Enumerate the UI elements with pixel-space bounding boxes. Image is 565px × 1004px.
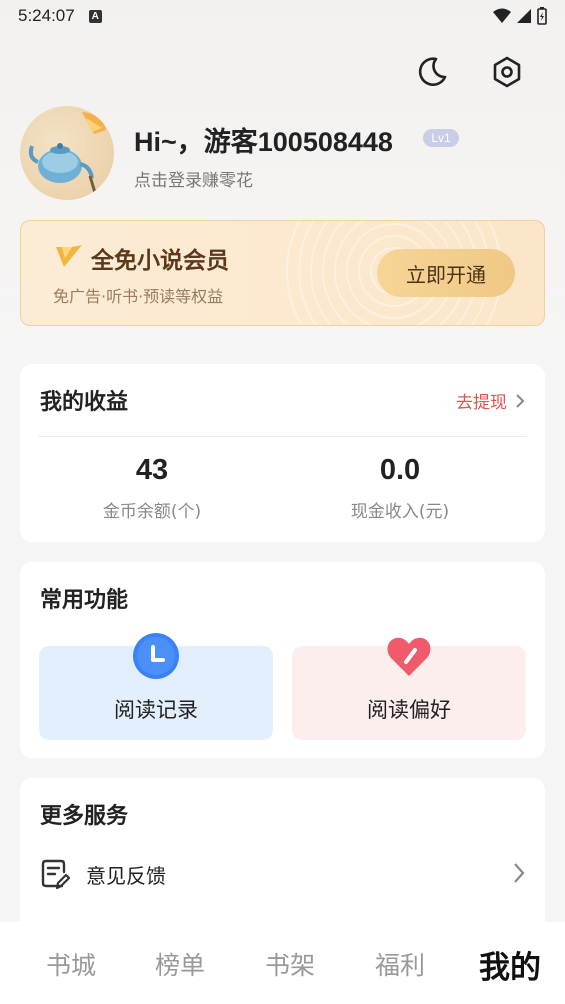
wifi-icon	[493, 8, 511, 23]
notification-icon: A	[88, 9, 102, 23]
status-time: 5:24:07	[18, 6, 75, 25]
status-icons	[493, 7, 547, 25]
vip-activate-button[interactable]: 立即开通	[377, 249, 515, 297]
level-badge: Lv1	[423, 129, 459, 147]
clock-icon	[133, 633, 179, 679]
night-mode-button[interactable]	[412, 52, 452, 92]
feedback-label: 意见反馈	[86, 863, 166, 888]
tab-mine[interactable]: 我的	[479, 942, 541, 987]
avatar[interactable]	[20, 106, 114, 200]
reading-preferences-label: 阅读偏好	[367, 698, 451, 722]
vip-title: 全免小说会员	[91, 248, 229, 274]
functions-title: 常用功能	[40, 588, 129, 613]
reading-history-label: 阅读记录	[114, 698, 198, 722]
coin-balance-value: 43	[135, 454, 169, 486]
heart-icon	[387, 637, 431, 676]
feedback-row[interactable]: 意见反馈	[40, 856, 525, 892]
signal-icon	[517, 9, 531, 23]
teapot-avatar-icon	[28, 112, 106, 197]
battery-icon	[537, 7, 547, 25]
gear-icon	[493, 56, 521, 88]
withdraw-label: 去提现	[456, 393, 507, 413]
cash-income-label: 现金收入(元)	[350, 502, 450, 522]
cash-income-stat[interactable]: 0.0 现金收入(元)	[300, 454, 500, 522]
bottom-tab-bar: 书城 榜单 书架 福利 我的	[0, 922, 565, 1004]
coin-balance-stat[interactable]: 43 金币余额(个)	[52, 454, 252, 522]
feedback-icon	[41, 859, 70, 890]
chevron-right-icon	[514, 863, 525, 883]
reading-preferences-tile[interactable]: 阅读偏好	[292, 637, 526, 740]
cash-income-value: 0.0	[379, 454, 421, 486]
common-functions-card: 常用功能 阅读记录 阅读偏好	[20, 562, 545, 758]
tab-benefits[interactable]: 福利	[375, 946, 425, 982]
tab-rankings[interactable]: 榜单	[155, 946, 205, 982]
reading-history-tile[interactable]: 阅读记录	[39, 633, 273, 740]
earnings-title: 我的收益	[40, 390, 129, 415]
vip-subtitle: 免广告·听书·预读等权益	[53, 287, 224, 306]
earnings-card: 我的收益 去提现 43 金币余额(个) 0.0 现金收入(元)	[20, 364, 545, 542]
greeting-text[interactable]: Hi~，游客100508448	[134, 120, 393, 159]
more-services-card: 更多服务 意见反馈	[20, 778, 545, 938]
vip-membership-card[interactable]: 全免小说会员 免广告·听书·预读等权益 立即开通	[20, 220, 545, 326]
chevron-right-icon	[516, 393, 525, 408]
more-services-title: 更多服务	[40, 804, 129, 829]
divider	[38, 436, 527, 437]
coin-balance-label: 金币余额(个)	[102, 502, 202, 522]
vip-v-icon	[56, 245, 82, 267]
tab-bookshelf[interactable]: 书架	[265, 946, 315, 982]
status-bar: 5:24:07 A	[0, 0, 565, 32]
moon-icon	[418, 57, 447, 86]
tab-bookstore[interactable]: 书城	[46, 946, 96, 982]
login-hint[interactable]: 点击登录赚零花	[134, 166, 253, 191]
withdraw-link[interactable]: 去提现	[456, 388, 525, 413]
settings-button[interactable]	[487, 52, 527, 92]
